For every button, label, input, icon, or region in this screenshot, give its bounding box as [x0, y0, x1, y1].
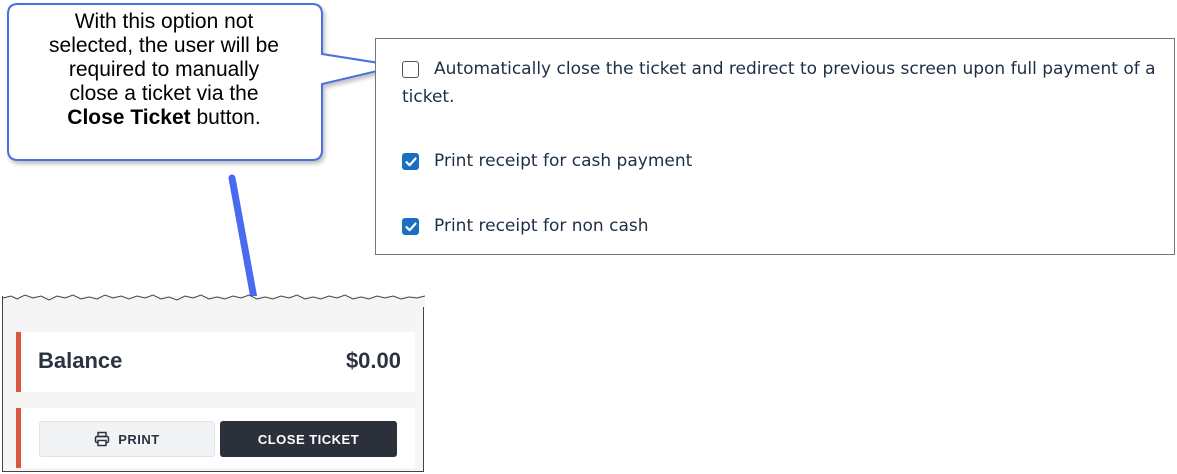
settings-panel: Automatically close the ticket and redir… — [375, 38, 1175, 255]
print-noncash-checkbox[interactable] — [402, 218, 419, 235]
print-cash-label[interactable]: Print receipt for cash payment — [402, 147, 1160, 175]
print-cash-checkbox[interactable] — [402, 153, 419, 170]
print-cash-option[interactable]: Print receipt for cash payment — [402, 147, 1160, 175]
print-noncash-option[interactable]: Print receipt for non cash — [402, 212, 1160, 240]
auto-close-label[interactable]: Automatically close the ticket and redir… — [402, 55, 1160, 111]
actions-card: PRINT CLOSE TICKET — [16, 408, 415, 468]
print-button-label: PRINT — [118, 431, 160, 447]
balance-card: Balance $0.00 — [16, 332, 415, 392]
print-noncash-label[interactable]: Print receipt for non cash — [402, 212, 1160, 240]
printer-icon — [95, 431, 110, 447]
torn-edge — [3, 294, 425, 307]
auto-close-checkbox[interactable] — [402, 61, 419, 78]
callout-line: With this option not — [74, 10, 254, 33]
ticket-cutout: Balance $0.00 PRINT CLOSE TICKET — [2, 294, 425, 472]
callout-tail-text: button. — [190, 106, 261, 129]
checkmark-icon — [405, 157, 417, 167]
checkmark-icon — [405, 222, 417, 232]
balance-value: $0.00 — [345, 348, 401, 373]
print-button[interactable]: PRINT — [39, 421, 215, 457]
auto-close-option[interactable]: Automatically close the ticket and redir… — [402, 55, 1160, 111]
balance-label: Balance — [38, 348, 123, 373]
callout-text: With this option not selected, the user … — [14, 10, 314, 130]
callout-bold-text: Close Ticket — [67, 106, 191, 129]
callout-line: required to manually — [68, 58, 260, 81]
callout-line: selected, the user will be — [49, 34, 279, 57]
callout-line: Close Ticket button. — [14, 106, 314, 130]
callout-line: close a ticket via the — [69, 82, 259, 105]
close-ticket-button[interactable]: CLOSE TICKET — [220, 421, 397, 457]
close-ticket-button-label: CLOSE TICKET — [257, 431, 360, 447]
